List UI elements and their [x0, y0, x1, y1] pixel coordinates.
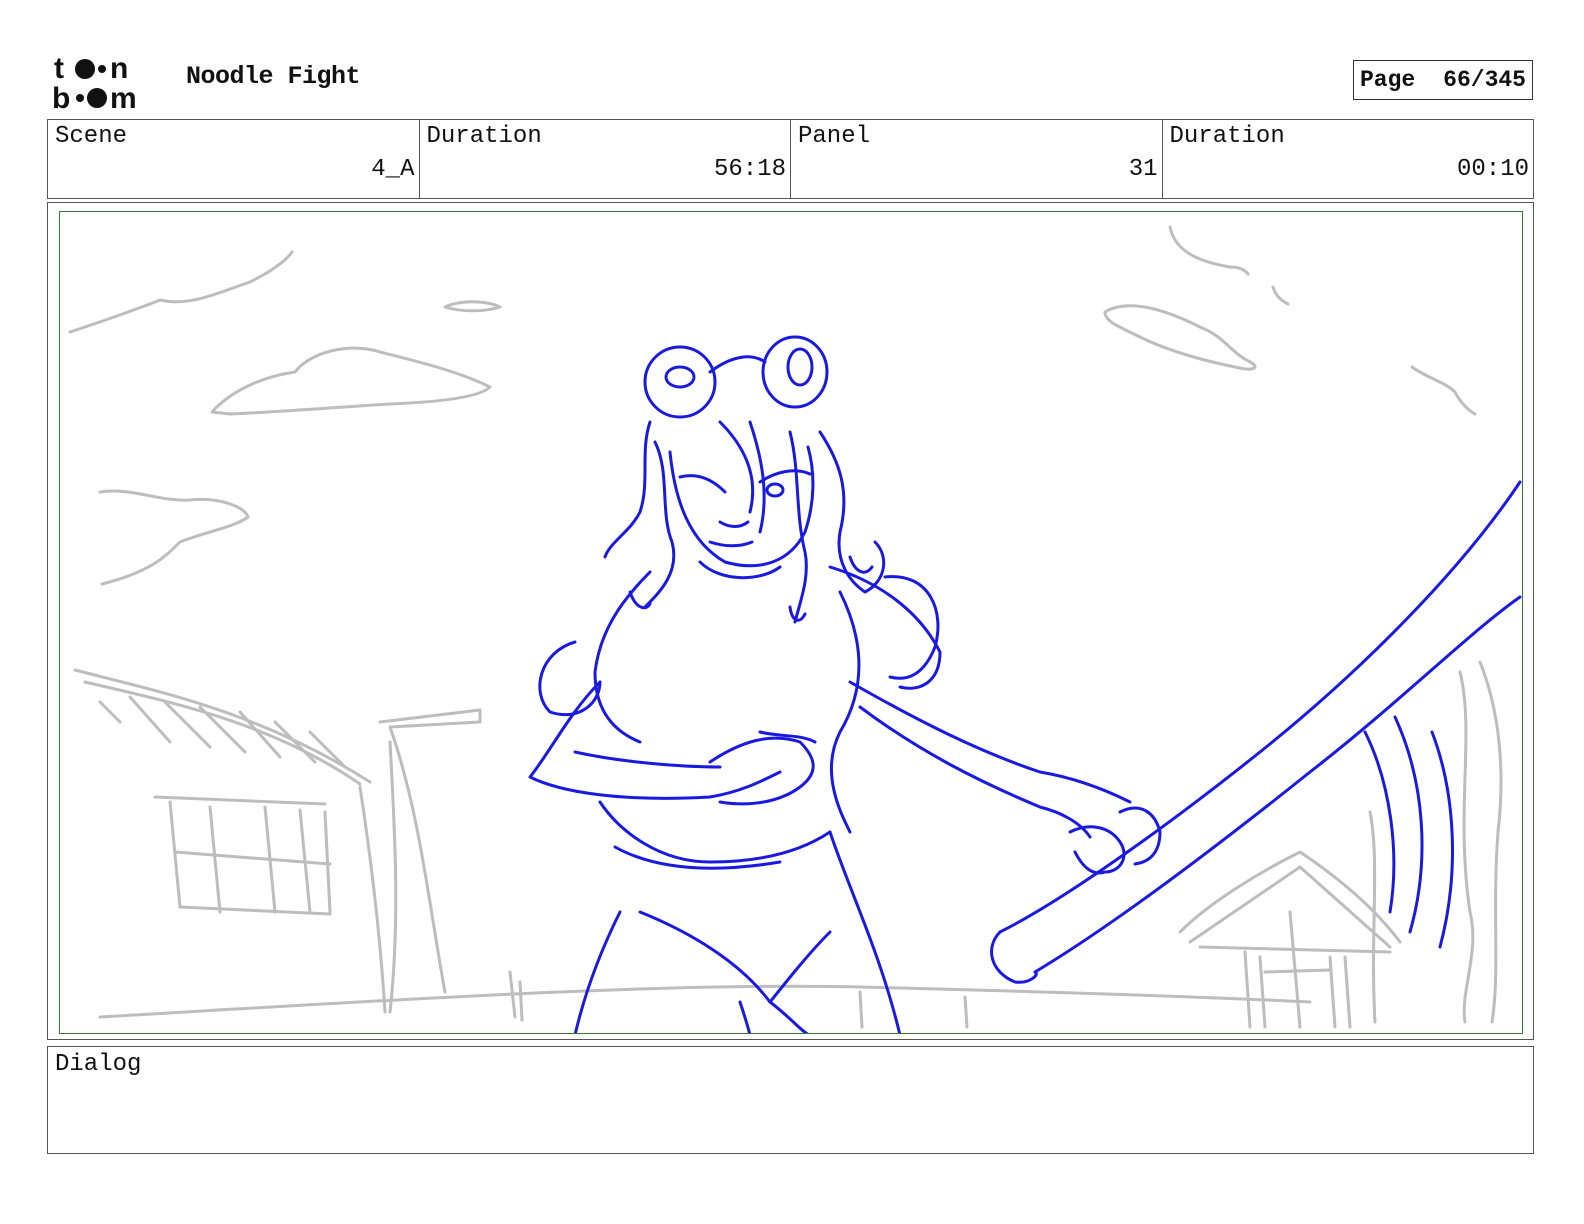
toon-boom-logo: t n b m: [52, 52, 164, 115]
page-indicator: Page 66/345: [1353, 60, 1533, 100]
dialog-label: Dialog: [55, 1051, 142, 1078]
panel-info-row: Scene 4_A Duration 56:18 Panel 31 Durati…: [47, 119, 1534, 199]
page-label: Page: [1360, 67, 1416, 93]
panel-cell: Panel 31: [791, 120, 1163, 198]
svg-text:b: b: [52, 82, 70, 112]
panel-label: Panel: [798, 123, 871, 150]
background-sketch: [68, 225, 1503, 1029]
svg-text:n: n: [110, 52, 128, 85]
scene-duration-label: Duration: [426, 123, 542, 150]
svg-text:t: t: [54, 52, 64, 85]
scene-duration-cell: Duration 56:18: [420, 120, 791, 198]
storyboard-panel-image: [59, 211, 1523, 1034]
scene-label: Scene: [55, 123, 128, 150]
scene-duration-value: 56:18: [713, 156, 786, 183]
panel-duration-label: Duration: [1169, 123, 1285, 150]
panel-duration-value: 00:10: [1456, 156, 1529, 183]
panel-value: 31: [1128, 156, 1158, 183]
dialog-box: Dialog: [47, 1046, 1534, 1154]
scene-cell: Scene 4_A: [48, 120, 420, 198]
scene-value: 4_A: [371, 156, 415, 183]
logo-icon: t n b m: [52, 52, 137, 115]
svg-text:m: m: [110, 82, 137, 112]
panel-duration-cell: Duration 00:10: [1163, 120, 1534, 198]
storyboard-sketch: [68, 225, 1522, 1033]
project-title: Noodle Fight: [186, 62, 361, 91]
page-number: 66/345: [1443, 67, 1526, 93]
